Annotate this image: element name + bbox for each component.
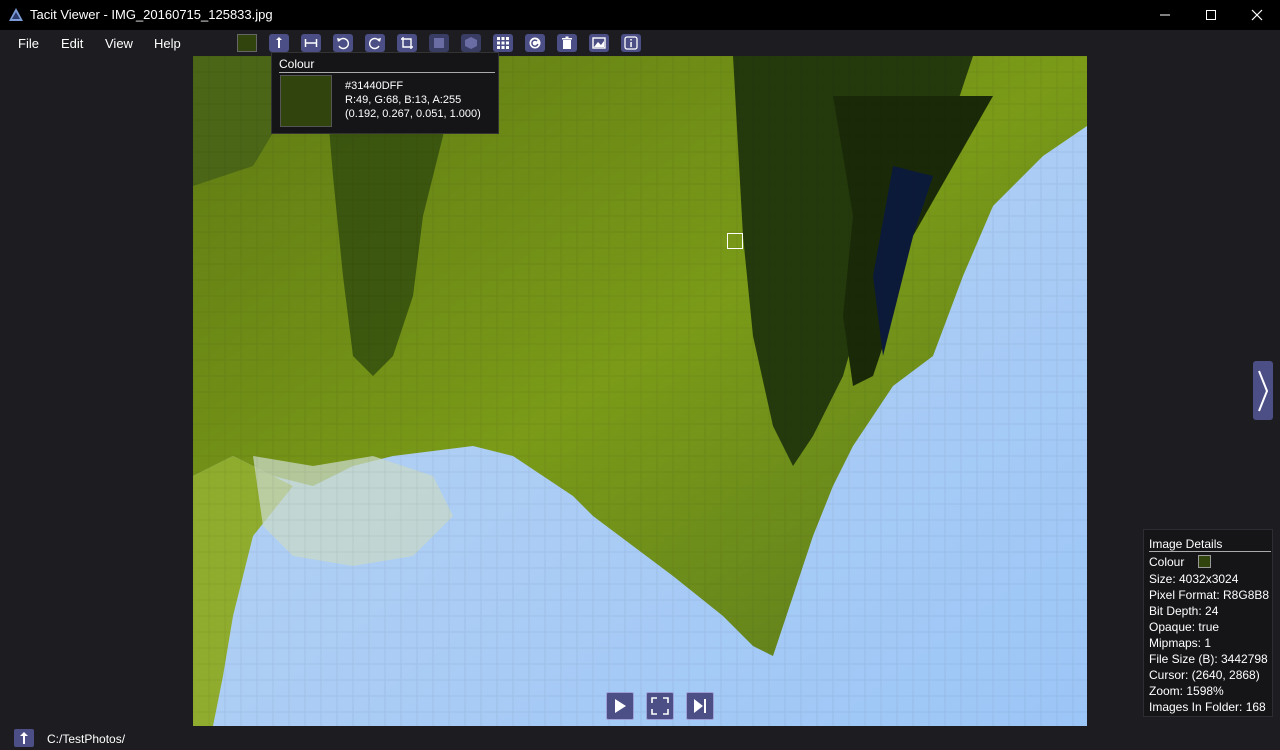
grid-icon (497, 37, 509, 49)
close-icon (1251, 9, 1263, 21)
next-image-button[interactable] (1253, 361, 1273, 420)
colour-normalized-value: (0.192, 0.267, 0.051, 1.000) (345, 108, 481, 120)
colour-popup-heading: Colour (279, 57, 315, 71)
colour-preview-swatch (280, 75, 332, 127)
fullscreen-button[interactable] (646, 692, 674, 720)
details-cursor: Cursor: (2640, 2868) (1149, 668, 1260, 682)
delete-button[interactable] (557, 34, 577, 52)
menu-edit[interactable]: Edit (61, 36, 83, 51)
tile-button[interactable] (429, 34, 449, 52)
info-button[interactable] (621, 34, 641, 52)
chevron-right-icon (1258, 370, 1269, 411)
divider (279, 72, 495, 73)
refresh-icon (529, 37, 541, 49)
details-images-in-folder: Images In Folder: 168 (1149, 700, 1266, 714)
maximize-button[interactable] (1188, 0, 1234, 30)
pixel-editor-button[interactable] (269, 34, 289, 52)
pixel-cursor (727, 233, 743, 249)
details-colour-label: Colour (1149, 555, 1185, 569)
menu-file[interactable]: File (18, 36, 39, 51)
resize-button[interactable] (301, 34, 321, 52)
close-button[interactable] (1234, 0, 1280, 30)
info-icon (624, 36, 638, 50)
skip-to-end-button[interactable] (686, 692, 714, 720)
title-bar: Tacit Viewer - IMG_20160715_125833.jpg (0, 0, 1280, 30)
play-button[interactable] (606, 692, 634, 720)
arrow-up-icon (20, 732, 28, 744)
details-zoom: Zoom: 1598% (1149, 684, 1224, 698)
details-colour-swatch (1198, 555, 1211, 568)
colour-rgba-value: R:49, G:68, B:13, A:255 (345, 94, 462, 106)
colour-swatch-button[interactable] (237, 34, 257, 52)
image-canvas[interactable] (193, 56, 1087, 726)
tile-icon (434, 38, 444, 48)
current-folder-path: C:/TestPhotos/ (47, 732, 126, 746)
maximize-icon (1206, 10, 1216, 20)
menu-help[interactable]: Help (154, 36, 181, 51)
skip-end-icon (694, 699, 706, 713)
divider (1149, 551, 1271, 552)
play-icon (615, 699, 626, 713)
details-pixel-format: Pixel Format: R8G8B8 (1149, 588, 1270, 602)
minimize-icon (1160, 14, 1170, 16)
delete-icon (562, 36, 572, 49)
image-open-icon (592, 37, 606, 49)
details-file-size: File Size (B): 3442798 (1149, 652, 1268, 666)
app-logo-icon (9, 8, 23, 21)
menu-view[interactable]: View (105, 36, 133, 51)
image-open-button[interactable] (589, 34, 609, 52)
zoomed-photo (193, 56, 1087, 726)
pixel-editor-icon (276, 37, 282, 48)
minimize-button[interactable] (1142, 0, 1188, 30)
window-title: Tacit Viewer - IMG_20160715_125833.jpg (30, 7, 273, 22)
multi-frame-icon (465, 37, 477, 49)
grid-button[interactable] (493, 34, 513, 52)
details-opaque: Opaque: true (1149, 620, 1220, 634)
fullscreen-icon (651, 697, 669, 715)
details-heading: Image Details (1149, 537, 1223, 551)
details-bit-depth: Bit Depth: 24 (1149, 604, 1219, 618)
crop-button[interactable] (397, 34, 417, 52)
rotate-cw-icon (369, 37, 381, 50)
multi-frame-button[interactable] (461, 34, 481, 52)
crop-icon (401, 37, 413, 49)
rotate-ccw-button[interactable] (333, 34, 353, 52)
rotate-ccw-icon (337, 37, 349, 50)
image-details-panel: Image Details Colour Size: 4032x3024 Pix… (1143, 529, 1273, 717)
status-bar (0, 726, 1280, 750)
details-size: Size: 4032x3024 (1149, 572, 1239, 586)
colour-hex-value: #31440DFF (345, 80, 404, 92)
folder-up-button[interactable] (14, 729, 34, 747)
refresh-button[interactable] (525, 34, 545, 52)
details-mipmaps: Mipmaps: 1 (1149, 636, 1212, 650)
rotate-cw-button[interactable] (365, 34, 385, 52)
colour-inspector-popup: Colour #31440DFF R:49, G:68, B:13, A:255… (271, 52, 499, 134)
resize-icon (304, 39, 318, 47)
